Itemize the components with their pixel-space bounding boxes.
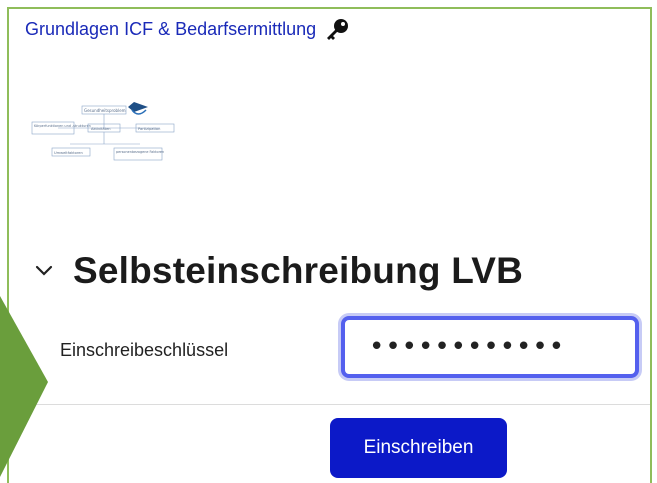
thumb-label-body: Körperfunktionen und -strukturen (34, 124, 91, 128)
key-icon (327, 19, 349, 40)
section-header: Selbsteinschreibung LVB (33, 250, 523, 292)
thumb-label-environment: Umweltfaktoren (54, 151, 83, 155)
enrolment-key-input[interactable] (341, 316, 639, 378)
course-thumbnail-image: Gesundheitsproblem Körperfunktionen und … (31, 102, 175, 161)
enrolment-panel (7, 7, 652, 483)
thumb-label-health: Gesundheitsproblem (84, 108, 126, 113)
section-title: Selbsteinschreibung LVB (73, 250, 524, 291)
thumb-label-activities: Aktivitäten (91, 127, 111, 131)
course-title-link[interactable]: Grundlagen ICF & Bedarfsermittlung (25, 18, 350, 40)
chevron-down-icon[interactable] (33, 260, 55, 282)
divider (9, 404, 650, 405)
pointer-arrow-icon (0, 296, 48, 477)
thumb-label-personal: personenbezogene Faktoren (116, 150, 164, 154)
thumb-label-participation: Partizipation (138, 127, 160, 131)
course-title-text: Grundlagen ICF & Bedarfsermittlung (25, 18, 317, 39)
enrolment-key-label: Einschreibeschlüssel (60, 340, 229, 360)
enrol-button[interactable]: Einschreiben (330, 418, 507, 478)
